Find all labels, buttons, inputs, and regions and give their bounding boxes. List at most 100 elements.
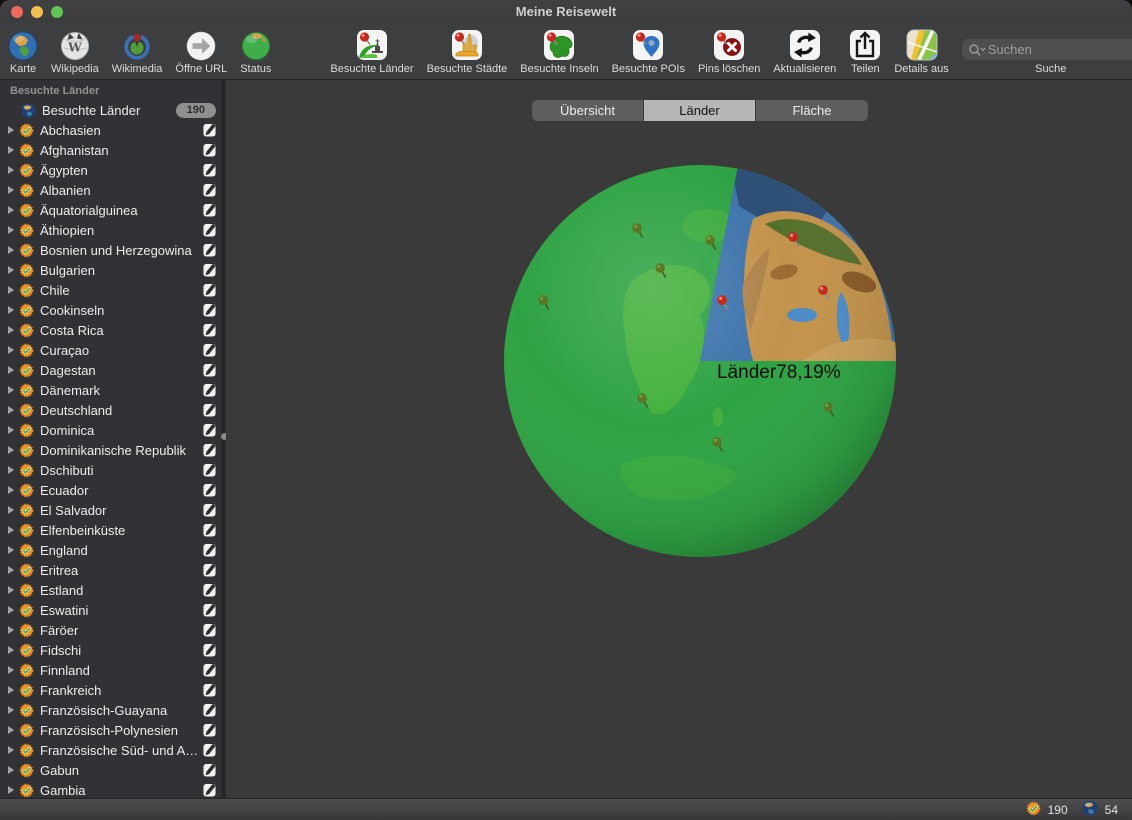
edit-country-button[interactable]	[203, 423, 216, 437]
disclosure-triangle-icon[interactable]	[6, 566, 16, 574]
map-pin-active[interactable]	[716, 294, 732, 311]
tab-flaeche[interactable]: Fläche	[756, 100, 868, 121]
sidebar-country-row[interactable]: Gambia	[0, 780, 222, 798]
disclosure-triangle-icon[interactable]	[6, 186, 16, 194]
disclosure-triangle-icon[interactable]	[6, 146, 16, 154]
toolbar-button-besuchte-inseln[interactable]: Besuchte Inseln	[520, 23, 598, 75]
edit-country-button[interactable]	[203, 243, 216, 257]
sidebar-country-row[interactable]: Dänemark	[0, 380, 222, 400]
sidebar-country-row[interactable]: Bosnien und Herzegowina	[0, 240, 222, 260]
edit-country-button[interactable]	[203, 403, 216, 417]
disclosure-triangle-icon[interactable]	[6, 386, 16, 394]
disclosure-triangle-icon[interactable]	[6, 626, 16, 634]
sidebar-country-row[interactable]: Französische Süd- und Ant...	[0, 740, 222, 760]
disclosure-triangle-icon[interactable]	[6, 246, 16, 254]
sidebar-root-row[interactable]: Besuchte Länder 190	[0, 100, 222, 120]
sidebar-country-row[interactable]: Frankreich	[0, 680, 222, 700]
sidebar-country-row[interactable]: Dominica	[0, 420, 222, 440]
map-pin-dimmed[interactable]	[703, 234, 719, 251]
map-pin-dimmed[interactable]	[636, 392, 652, 409]
sidebar-country-row[interactable]: Gabun	[0, 760, 222, 780]
sidebar-country-row[interactable]: Afghanistan	[0, 140, 222, 160]
sidebar-country-row[interactable]: Dominikanische Republik	[0, 440, 222, 460]
disclosure-triangle-icon[interactable]	[6, 426, 16, 434]
map-pin-dimmed[interactable]	[631, 222, 647, 239]
toolbar-button-wikipedia[interactable]: W Wikipedia	[51, 23, 99, 75]
edit-country-button[interactable]	[203, 543, 216, 557]
disclosure-triangle-icon[interactable]	[6, 686, 16, 694]
sidebar-country-row[interactable]: Curaçao	[0, 340, 222, 360]
edit-country-button[interactable]	[203, 523, 216, 537]
sidebar-country-row[interactable]: Dagestan	[0, 360, 222, 380]
disclosure-triangle-icon[interactable]	[6, 466, 16, 474]
sidebar-country-row[interactable]: Cookinseln	[0, 300, 222, 320]
sidebar-country-row[interactable]: Ägypten	[0, 160, 222, 180]
toolbar-button-teilen[interactable]: Teilen	[849, 23, 881, 75]
disclosure-triangle-icon[interactable]	[6, 606, 16, 614]
edit-country-button[interactable]	[203, 743, 216, 757]
edit-country-button[interactable]	[203, 703, 216, 717]
sidebar-country-row[interactable]: Bulgarien	[0, 260, 222, 280]
disclosure-triangle-icon[interactable]	[6, 306, 16, 314]
toolbar-button-oeffne-url[interactable]: Öffne URL	[175, 23, 227, 75]
tab-laender[interactable]: Länder	[644, 100, 756, 121]
map-pin-dimmed[interactable]	[537, 294, 553, 311]
edit-country-button[interactable]	[203, 623, 216, 637]
disclosure-triangle-icon[interactable]	[6, 766, 16, 774]
edit-country-button[interactable]	[203, 583, 216, 597]
disclosure-triangle-icon[interactable]	[6, 586, 16, 594]
edit-country-button[interactable]	[203, 323, 216, 337]
map-pin-dimmed[interactable]	[822, 401, 838, 418]
map-pin-dimmed[interactable]	[653, 262, 669, 279]
tab-uebersicht[interactable]: Übersicht	[532, 100, 644, 121]
toolbar-button-pins-loeschen[interactable]: Pins löschen	[698, 23, 760, 75]
search-input[interactable]	[962, 39, 1132, 60]
edit-country-button[interactable]	[203, 563, 216, 577]
disclosure-triangle-icon[interactable]	[6, 706, 16, 714]
edit-country-button[interactable]	[203, 163, 216, 177]
sidebar-country-row[interactable]: Ecuador	[0, 480, 222, 500]
edit-country-button[interactable]	[203, 663, 216, 677]
disclosure-triangle-icon[interactable]	[6, 406, 16, 414]
edit-country-button[interactable]	[203, 363, 216, 377]
sidebar-country-row[interactable]: Dschibuti	[0, 460, 222, 480]
sidebar-country-row[interactable]: Fidschi	[0, 640, 222, 660]
sidebar-country-row[interactable]: Französisch-Guayana	[0, 700, 222, 720]
disclosure-triangle-icon[interactable]	[6, 666, 16, 674]
disclosure-triangle-icon[interactable]	[6, 446, 16, 454]
sidebar-country-row[interactable]: Äthiopien	[0, 220, 222, 240]
toolbar-button-besuchte-staedte[interactable]: Besuchte Städte	[427, 23, 508, 75]
toolbar-button-besuchte-laender[interactable]: Besuchte Länder	[330, 23, 413, 75]
edit-country-button[interactable]	[203, 343, 216, 357]
sidebar-country-row[interactable]: Deutschland	[0, 400, 222, 420]
disclosure-triangle-icon[interactable]	[6, 646, 16, 654]
disclosure-triangle-icon[interactable]	[6, 166, 16, 174]
toolbar-button-karte[interactable]: Karte	[8, 23, 38, 75]
edit-country-button[interactable]	[203, 123, 216, 137]
disclosure-triangle-icon[interactable]	[6, 746, 16, 754]
disclosure-triangle-icon[interactable]	[6, 726, 16, 734]
edit-country-button[interactable]	[203, 763, 216, 777]
sidebar-country-row[interactable]: Albanien	[0, 180, 222, 200]
disclosure-triangle-icon[interactable]	[6, 526, 16, 534]
edit-country-button[interactable]	[203, 263, 216, 277]
edit-country-button[interactable]	[203, 383, 216, 397]
edit-country-button[interactable]	[203, 643, 216, 657]
toolbar-button-aktualisieren[interactable]: Aktualisieren	[773, 23, 836, 75]
disclosure-triangle-icon[interactable]	[6, 206, 16, 214]
edit-country-button[interactable]	[203, 783, 216, 797]
toolbar-button-wikimedia[interactable]: Wikimedia	[112, 23, 163, 75]
disclosure-triangle-icon[interactable]	[6, 226, 16, 234]
sidebar-country-row[interactable]: Finnland	[0, 660, 222, 680]
edit-country-button[interactable]	[203, 603, 216, 617]
disclosure-triangle-icon[interactable]	[6, 326, 16, 334]
sidebar-country-row[interactable]: Eritrea	[0, 560, 222, 580]
sidebar-country-row[interactable]: England	[0, 540, 222, 560]
edit-country-button[interactable]	[203, 183, 216, 197]
edit-country-button[interactable]	[203, 223, 216, 237]
sidebar-country-row[interactable]: Abchasien	[0, 120, 222, 140]
map-pin-active[interactable]	[817, 284, 833, 301]
toolbar-button-besuchte-pois[interactable]: Besuchte POIs	[612, 23, 685, 75]
disclosure-triangle-icon[interactable]	[6, 786, 16, 794]
disclosure-triangle-icon[interactable]	[6, 506, 16, 514]
